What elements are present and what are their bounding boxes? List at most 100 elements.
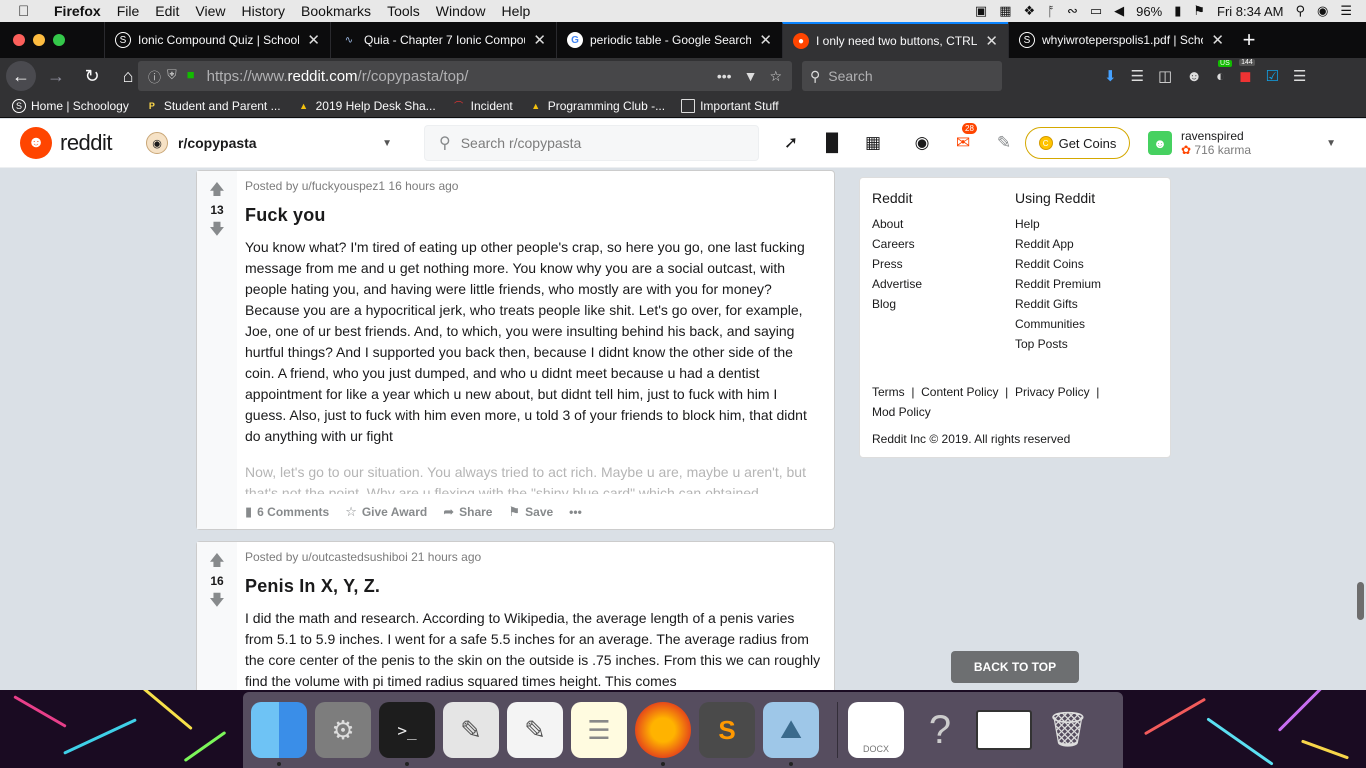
link-careers[interactable]: Careers xyxy=(872,234,1015,254)
legal-links[interactable]: Terms | Content Policy | Privacy Policy … xyxy=(872,382,1158,422)
bookmark-item[interactable]: ▲ 2019 Help Desk Sha... xyxy=(297,99,436,113)
trash-icon[interactable]: 🗑 xyxy=(1040,702,1096,758)
siri-icon[interactable]: ◉ xyxy=(1317,3,1328,19)
close-icon[interactable]: ✕ xyxy=(759,31,772,49)
link-press[interactable]: Press xyxy=(872,254,1015,274)
link-advertise[interactable]: Advertise xyxy=(872,274,1015,294)
subreddit-selector[interactable]: ◉ r/copypasta ▼ xyxy=(146,125,402,161)
url-bar[interactable]: ⓘ ⛨ ■ https://www.reddit.com/r/copypasta… xyxy=(138,61,792,91)
dropbox-icon[interactable]: ❖ xyxy=(1023,3,1035,19)
new-tab-icon[interactable]: + xyxy=(1234,22,1264,58)
close-window-icon[interactable] xyxy=(13,34,25,46)
menu-app-name[interactable]: Firefox xyxy=(54,3,101,19)
script-editor-icon[interactable]: ✎ xyxy=(443,702,499,758)
upvote-icon[interactable]: 🡅 xyxy=(209,181,224,199)
vpn-extension-icon[interactable]: ◐ US xyxy=(1216,59,1232,85)
account-icon[interactable]: ☻ xyxy=(1186,68,1202,85)
bookmark-item[interactable]: ⌒ Incident xyxy=(452,99,513,113)
clock[interactable]: Fri 8:34 AM xyxy=(1217,4,1283,19)
close-icon[interactable]: ✕ xyxy=(307,31,320,49)
legal-line[interactable]: Terms | Content Policy | Privacy Policy … xyxy=(872,385,1099,399)
browser-search-input[interactable]: ⚲ Search xyxy=(802,61,1002,91)
menu-bookmarks[interactable]: Bookmarks xyxy=(301,3,371,19)
minimize-window-icon[interactable] xyxy=(33,34,45,46)
menu-file[interactable]: File xyxy=(117,3,140,19)
tab-ionic-quiz[interactable]: S Ionic Compound Quiz | Schoolo ✕ xyxy=(104,22,330,58)
link-about[interactable]: About xyxy=(872,214,1015,234)
menu-edit[interactable]: Edit xyxy=(155,3,179,19)
box-icon[interactable]: ▣ xyxy=(975,3,987,19)
tab-google-search[interactable]: G periodic table - Google Search ✕ xyxy=(556,22,782,58)
forward-arrow-icon[interactable]: → xyxy=(40,60,72,92)
battery-icon[interactable]: ▮ xyxy=(1174,3,1181,19)
sublime-text-icon[interactable]: S xyxy=(699,702,755,758)
downvote-icon[interactable]: 🡇 xyxy=(209,221,224,239)
menu-hamburger-icon[interactable]: ☰ xyxy=(1293,67,1306,85)
back-to-top-button[interactable]: BACK TO TOP xyxy=(951,651,1079,683)
close-icon[interactable]: ✕ xyxy=(1211,31,1224,49)
battery-percent[interactable]: 96% xyxy=(1136,4,1162,19)
url-text[interactable]: https://www.reddit.com/r/copypasta/top/ xyxy=(207,68,469,85)
post-card[interactable]: 🡅 13 🡇 Posted by u/fuckyouspez1 16 hours… xyxy=(196,170,835,530)
tab-reddit-active[interactable]: ● I only need two buttons, CTRL- ✕ xyxy=(782,22,1008,58)
post-card[interactable]: 🡅 16 🡇 Posted by u/outcastedsushiboi 21 … xyxy=(196,541,835,690)
link-top-posts[interactable]: Top Posts xyxy=(1015,334,1158,354)
notes-icon[interactable]: ☰ xyxy=(571,702,627,758)
share-button[interactable]: ➦ Share xyxy=(443,504,492,520)
link-help[interactable]: Help xyxy=(1015,214,1158,234)
mail-icon[interactable]: ✉ 28 xyxy=(952,123,977,153)
lock-icon[interactable]: ■ xyxy=(187,67,195,86)
airplay-icon[interactable]: ▭ xyxy=(1090,3,1102,19)
downvote-icon[interactable]: 🡇 xyxy=(209,592,224,610)
info-icon[interactable]: ⓘ xyxy=(148,67,161,86)
link-communities[interactable]: Communities xyxy=(1015,314,1158,334)
user-menu[interactable]: ☻ ravenspired ✿ 716 karma ▼ xyxy=(1148,129,1348,157)
firefox-icon[interactable] xyxy=(635,702,691,766)
bookmark-item[interactable]: Important Stuff xyxy=(681,98,779,113)
system-preferences-icon[interactable]: ⚙ xyxy=(315,702,371,758)
link-reddit-app[interactable]: Reddit App xyxy=(1015,234,1158,254)
zoom-window-icon[interactable] xyxy=(53,34,65,46)
link-reddit-premium[interactable]: Reddit Premium xyxy=(1015,274,1158,294)
trending-icon[interactable]: ➚ xyxy=(780,133,802,153)
tab-pdf[interactable]: S whyiwroteperspolis1.pdf | Scho ✕ xyxy=(1008,22,1234,58)
menu-window[interactable]: Window xyxy=(436,3,486,19)
bookmark-item[interactable]: S Home | Schoology xyxy=(12,98,129,113)
tab-quia[interactable]: ∿ Quia - Chapter 7 Ionic Compou ✕ xyxy=(330,22,556,58)
flag-icon[interactable]: ⚑ xyxy=(1193,3,1205,19)
post-title[interactable]: Penis In X, Y, Z. xyxy=(245,576,822,597)
help-icon[interactable]: ? xyxy=(912,702,968,758)
spotlight-icon[interactable]: ⚲ xyxy=(1295,3,1305,19)
link-reddit-gifts[interactable]: Reddit Gifts xyxy=(1015,294,1158,314)
docx-file-icon[interactable]: DOCX xyxy=(848,702,904,758)
link-blog[interactable]: Blog xyxy=(872,294,1015,314)
mod-policy-link[interactable]: Mod Policy xyxy=(872,405,931,419)
bookmark-item[interactable]: P Student and Parent ... xyxy=(145,99,281,113)
back-arrow-icon[interactable]: ← xyxy=(6,61,36,91)
reddit-logo[interactable]: ☻ reddit xyxy=(20,127,113,159)
communities-icon[interactable]: ▦ xyxy=(862,133,884,153)
upvote-icon[interactable]: 🡅 xyxy=(209,552,224,570)
bookmark-star-icon[interactable]: ☆ xyxy=(769,68,782,85)
finder-icon[interactable] xyxy=(251,702,307,766)
leaderboard-icon[interactable]: █ xyxy=(821,133,843,153)
more-options-button[interactable]: ••• xyxy=(569,505,582,519)
link-reddit-coins[interactable]: Reddit Coins xyxy=(1015,254,1158,274)
reddit-search-input[interactable]: ⚲ Search r/copypasta xyxy=(424,125,759,161)
comments-button[interactable]: ▮ 6 Comments xyxy=(245,504,329,520)
get-coins-button[interactable]: C Get Coins xyxy=(1025,127,1130,159)
menu-help[interactable]: Help xyxy=(502,3,531,19)
apple-icon[interactable]:  xyxy=(18,3,38,20)
scrollbar-thumb[interactable] xyxy=(1357,582,1364,620)
menu-view[interactable]: View xyxy=(195,3,225,19)
post-meta[interactable]: Posted by u/outcastedsushiboi 21 hours a… xyxy=(245,550,822,564)
page-actions-icon[interactable]: ••• xyxy=(717,68,732,85)
post-meta[interactable]: Posted by u/fuckyouspez1 16 hours ago xyxy=(245,179,822,193)
notification-center-icon[interactable]: ☰ xyxy=(1340,3,1352,19)
close-icon[interactable]: ✕ xyxy=(985,32,998,50)
save-button[interactable]: ⚑ Save xyxy=(508,504,553,520)
bluetooth-icon[interactable]: ᚩ xyxy=(1047,4,1055,19)
library-icon[interactable]: ☰ xyxy=(1131,67,1144,85)
bookmark-item[interactable]: ▲ Programming Club -... xyxy=(529,99,665,113)
ublock-icon[interactable]: ◼ 144 xyxy=(1239,59,1255,85)
